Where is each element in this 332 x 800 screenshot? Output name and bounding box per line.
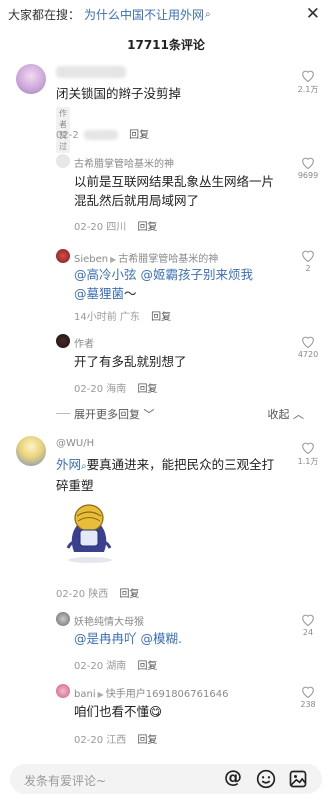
reply-location: 四川 xyxy=(106,222,127,233)
replies-toggle-row: 展开更多回复 ﹀ 收起 ︿ xyxy=(0,404,332,422)
comment-text: 闭关锁国的辫子没剪掉 xyxy=(56,86,182,101)
reply-location: 湖南 xyxy=(106,661,127,672)
reply-location: 广东 xyxy=(119,312,140,323)
like-button[interactable]: 4720 xyxy=(290,334,326,359)
reply-meta: 02-20 湖南 回复 xyxy=(74,657,157,672)
reply-meta: 14小时前 广东 回复 xyxy=(74,308,171,323)
reply-username: bani ▶ 快手用户1691806761646 xyxy=(74,685,228,700)
mention-link[interactable]: @是冉冉吖 xyxy=(74,631,137,646)
heart-icon xyxy=(302,442,314,455)
comment-time: 02-20 xyxy=(56,589,86,600)
like-count: 9699 xyxy=(297,171,319,180)
search-query-link[interactable]: 为什么中国不让用外网 xyxy=(84,6,204,23)
like-count: 4720 xyxy=(297,350,319,359)
like-button[interactable]: 9699 xyxy=(290,155,326,180)
reply-text: 开了有多乱就别想了 xyxy=(74,354,187,369)
mention-link[interactable]: @模糊. xyxy=(141,631,182,646)
reply-meta: 02-20 江西 回复 xyxy=(74,731,157,746)
comment-location: 陕西 xyxy=(88,589,109,600)
mention-link[interactable]: @墓狸菌 xyxy=(74,286,124,301)
avatar[interactable] xyxy=(16,64,46,94)
image-icon[interactable] xyxy=(288,769,308,789)
reply-text: @是冉冉吖 @模糊. xyxy=(74,629,282,648)
search-icon: ⌕ xyxy=(205,8,211,20)
sticker-image[interactable] xyxy=(60,500,118,564)
like-button[interactable]: 238 xyxy=(290,684,326,709)
comment-time: 02-2 xyxy=(56,130,79,141)
like-count: 2.1万 xyxy=(297,85,319,94)
reply-location: 海南 xyxy=(106,384,127,395)
heart-icon xyxy=(302,157,314,170)
like-button[interactable]: 1.1万 xyxy=(290,440,326,467)
heart-icon xyxy=(302,250,314,263)
comment-input-bar[interactable]: 发条有爱评论~ @ xyxy=(10,764,322,794)
smile-icon[interactable] xyxy=(256,769,276,789)
like-count: 24 xyxy=(302,628,314,637)
expand-replies-button[interactable]: 展开更多回复 ﹀ xyxy=(74,406,155,422)
reply-button[interactable]: 回复 xyxy=(151,312,171,323)
reply-meta: 02-20 四川 回复 xyxy=(74,218,157,233)
reply-author[interactable]: bani xyxy=(74,689,96,700)
reply-arrow-icon: ▶ xyxy=(97,690,104,699)
search-suggestion-bar[interactable]: 大家都在搜： 为什么中国不让用外网 ⌕ ✕ xyxy=(0,0,332,28)
reply-time: 02-20 xyxy=(74,735,104,746)
like-button[interactable]: 2 xyxy=(290,248,326,273)
reply-target[interactable]: 快手用户1691806761646 xyxy=(106,689,229,700)
reply-username[interactable]: 古希腊掌管哈基米的神 xyxy=(74,155,174,170)
like-button[interactable]: 2.1万 xyxy=(290,68,326,95)
heart-icon xyxy=(302,70,314,83)
heart-icon xyxy=(302,614,314,627)
comment-meta: 02-2 回复 xyxy=(56,126,149,141)
comment-username[interactable]: @WU/H xyxy=(56,438,94,449)
reply-time: 02-20 xyxy=(74,661,104,672)
reply-location: 江西 xyxy=(106,735,127,746)
reply-button[interactable]: 回复 xyxy=(119,589,139,600)
reply-author[interactable]: Sieben xyxy=(74,254,108,265)
close-icon[interactable]: ✕ xyxy=(306,4,320,24)
like-count: 2 xyxy=(305,264,311,273)
reply-button[interactable]: 回复 xyxy=(137,384,157,395)
divider xyxy=(56,413,70,414)
reply-text: 以前是互联网结果乱象丛生网络一片混乱然后就用局域网了 xyxy=(74,174,275,208)
comment-input-placeholder[interactable]: 发条有爱评论~ xyxy=(24,772,106,789)
comment-text: 外网⌕要真通进来，能把民众的三观全打碎重塑 xyxy=(56,457,275,493)
collapse-replies-button[interactable]: 收起 ︿ xyxy=(268,406,305,422)
like-count: 238 xyxy=(300,700,316,709)
reply-time: 14小时前 xyxy=(74,312,117,323)
reply-username: Sieben ▶ 古希腊掌管哈基米的神 xyxy=(74,250,218,265)
reply-button[interactable]: 回复 xyxy=(129,130,149,141)
reply-username[interactable]: 作者 xyxy=(74,335,94,350)
avatar[interactable] xyxy=(56,612,70,626)
reply-time: 02-20 xyxy=(74,222,104,233)
reply-text: @高冷小弦 @姬霸孩子别来烦我 @墓狸菌～ xyxy=(74,267,254,301)
avatar[interactable] xyxy=(56,154,70,168)
heart-icon xyxy=(302,336,314,349)
heart-icon xyxy=(302,686,314,699)
username-redacted xyxy=(56,66,126,78)
reply-time: 02-20 xyxy=(74,384,104,395)
at-icon[interactable]: @ xyxy=(224,767,242,788)
reply-button[interactable]: 回复 xyxy=(137,661,157,672)
avatar[interactable] xyxy=(56,334,70,348)
comment-meta: 02-20 陕西 回复 xyxy=(56,585,139,600)
avatar[interactable] xyxy=(56,249,70,263)
avatar[interactable] xyxy=(16,436,46,466)
mention-link[interactable]: @高冷小弦 xyxy=(74,267,137,282)
reply-arrow-icon: ▶ xyxy=(110,255,117,264)
reply-button[interactable]: 回复 xyxy=(137,222,157,233)
reply-text: 咱们也看不懂😋 xyxy=(74,704,163,719)
reply-button[interactable]: 回复 xyxy=(137,735,157,746)
topic-link[interactable]: 外网 xyxy=(56,457,81,472)
search-prefix: 大家都在搜： xyxy=(8,7,81,22)
mention-link[interactable]: @姬霸孩子别来烦我 xyxy=(141,267,254,282)
location-redacted xyxy=(83,130,118,140)
reply-target[interactable]: 古希腊掌管哈基米的神 xyxy=(118,254,218,265)
emoji: 😋 xyxy=(149,704,163,719)
like-button[interactable]: 24 xyxy=(290,612,326,637)
like-count: 1.1万 xyxy=(297,457,319,466)
reply-meta: 02-20 海南 回复 xyxy=(74,380,157,395)
avatar[interactable] xyxy=(56,684,70,698)
reply-username[interactable]: 妖艳纯情大母猴 xyxy=(74,613,144,628)
comment-count-title: 17711条评论 xyxy=(127,38,205,52)
